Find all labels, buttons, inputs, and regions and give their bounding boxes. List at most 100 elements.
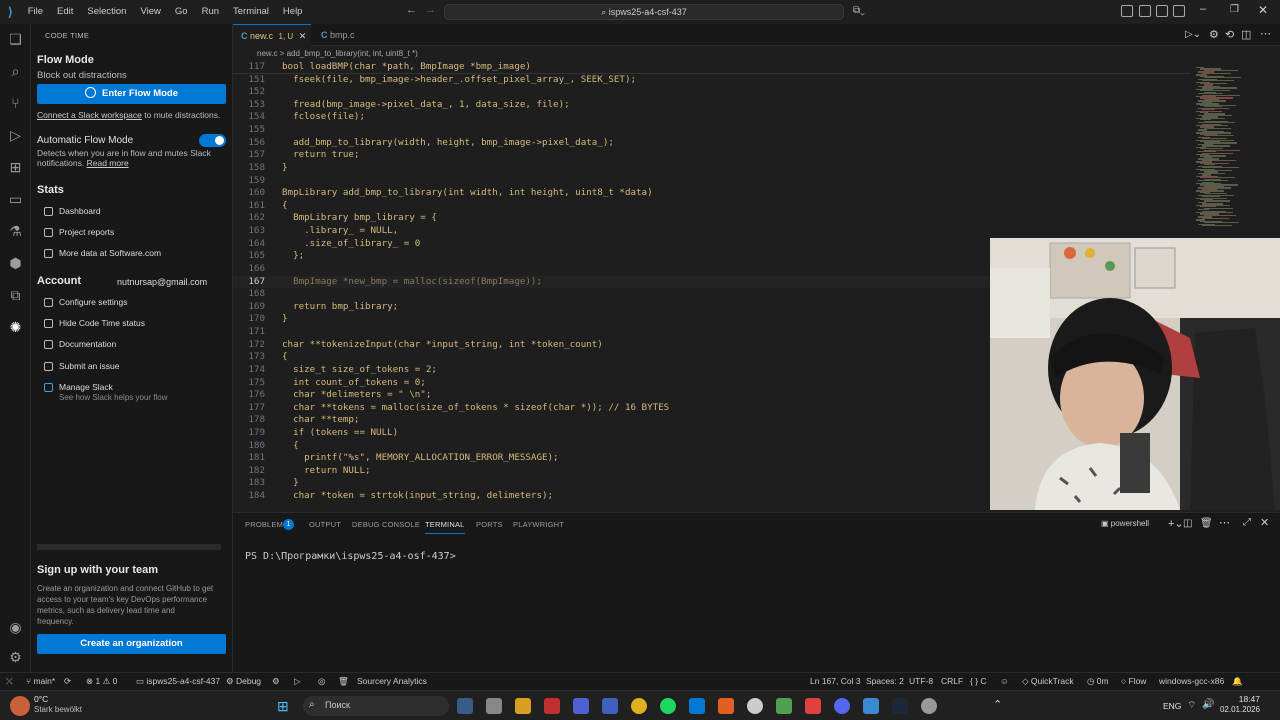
source-control-icon[interactable]: ⑂	[8, 96, 23, 111]
app-icon[interactable]	[921, 698, 937, 714]
target-icon[interactable]: ◎	[318, 676, 325, 687]
app-icon[interactable]	[573, 698, 589, 714]
kill-terminal-icon[interactable]: 🗑	[1200, 518, 1213, 529]
new-terminal-icon[interactable]: +⌄	[1168, 517, 1184, 530]
toggle-panel-icon[interactable]	[1156, 5, 1168, 17]
copilot-icon[interactable]: ⧉⌄	[853, 5, 865, 16]
app-icon[interactable]	[747, 698, 763, 714]
app-icon[interactable]	[544, 698, 560, 714]
wifi-icon[interactable]: ⌔	[1187, 699, 1196, 712]
code-line[interactable]: 155	[233, 124, 1190, 137]
maximize-icon[interactable]: ❐	[1230, 4, 1239, 15]
terminal-output[interactable]: PS D:\Програмки\ispws25-a4-osf-437>	[245, 551, 456, 562]
close-panel-icon[interactable]: ✕	[1260, 516, 1269, 529]
code-line[interactable]: 160 BmpLibrary add_bmp_to_library(int wid…	[233, 187, 1190, 200]
maximize-panel-icon[interactable]: ⤢	[1243, 517, 1251, 528]
cursor-position[interactable]: Ln 167, Col 3	[810, 676, 861, 686]
account-icon[interactable]: ◉	[8, 620, 23, 635]
tray-expand-icon[interactable]: ⌃	[993, 698, 1002, 711]
explorer-icon[interactable]: ❏	[8, 32, 23, 47]
automatic-flow-toggle[interactable]	[199, 134, 226, 147]
weather-widget-icon[interactable]	[10, 696, 30, 716]
account-configure-settings[interactable]: Configure settings	[44, 297, 128, 307]
build-gear-icon[interactable]: ⚙	[272, 676, 280, 687]
tab-ports[interactable]: PORTS	[476, 520, 503, 529]
menu-edit[interactable]: Edit	[50, 0, 80, 24]
manage-gear-icon[interactable]: ⚙	[8, 650, 23, 665]
spotify-icon[interactable]	[660, 698, 676, 714]
minimize-icon[interactable]: –	[1200, 3, 1206, 15]
code-line[interactable]: 154 fclose(file);	[233, 111, 1190, 124]
task-view-icon[interactable]	[457, 698, 473, 714]
command-center-search[interactable]: ⌕ ispws25-a4-csf-437	[444, 4, 844, 20]
quicktrack[interactable]: ◇ QuickTrack	[1022, 676, 1074, 687]
account-hide-status[interactable]: Hide Code Time status	[44, 318, 145, 328]
tab-problems[interactable]: PROBLEMS	[245, 520, 288, 529]
sidebar-scrollbar[interactable]	[37, 544, 221, 550]
menu-selection[interactable]: Selection	[80, 0, 133, 24]
code-line[interactable]: 153 fread(bmp_image->pixel_data_, 1, dat…	[233, 99, 1190, 112]
stats-project-reports[interactable]: Project reports	[44, 227, 114, 237]
search-icon[interactable]: ⌕	[8, 64, 23, 79]
extensions-icon[interactable]: ⊞	[8, 160, 23, 175]
clock-date[interactable]: 02.01.2026	[1213, 705, 1260, 714]
stats-dashboard[interactable]: Dashboard	[44, 206, 101, 216]
read-more-link[interactable]: Read more	[87, 158, 129, 168]
menu-file[interactable]: File	[21, 0, 50, 24]
layout-toggle-icon[interactable]	[1121, 5, 1133, 17]
code-line[interactable]: 156 add_bmp_to_library(width, height, bm…	[233, 137, 1190, 150]
panel-more-icon[interactable]: ⋯	[1219, 516, 1230, 529]
tab-bmp-c[interactable]: C bmp.c	[313, 24, 373, 46]
remote-explorer-icon[interactable]: ▭	[8, 192, 23, 207]
stats-more-data[interactable]: More data at Software.com	[44, 248, 161, 258]
language-mode[interactable]: { } C	[970, 676, 987, 686]
code-line[interactable]: 159	[233, 175, 1190, 188]
code-time-paw-icon[interactable]: ✺	[8, 320, 23, 335]
more-actions-icon[interactable]: ⋯	[1260, 27, 1271, 40]
cube-icon[interactable]: ⬢	[8, 256, 23, 271]
indentation[interactable]: Spaces: 2	[866, 676, 904, 686]
run-play-icon[interactable]: ▷	[294, 676, 301, 687]
line-ending[interactable]: CRLF	[941, 676, 963, 686]
sticky-scroll-line[interactable]: 117 bool loadBMP(char *path, BmpImage *bm…	[233, 61, 1190, 74]
chrome-icon[interactable]	[631, 698, 647, 714]
tab-new-c[interactable]: C new.c 1, U ✕	[233, 24, 311, 46]
code-line[interactable]: 161 {	[233, 200, 1190, 213]
debug-button[interactable]: ⚙ Debug	[226, 676, 261, 687]
testing-icon[interactable]: ⚗	[8, 224, 23, 239]
app-icon[interactable]	[776, 698, 792, 714]
code-time-timer[interactable]: ◷ 0m	[1087, 676, 1109, 687]
workspace-indicator[interactable]: ▭ ispws25-a4-csf-437	[136, 676, 220, 687]
clock-time[interactable]: 18:47	[1230, 694, 1260, 704]
file-explorer-icon[interactable]	[515, 698, 531, 714]
taskbar-search[interactable]: ⌕ Поиск	[303, 696, 449, 716]
app-icon[interactable]	[863, 698, 879, 714]
code-line[interactable]: 157 return true;	[233, 149, 1190, 162]
toggle-secondary-sidebar-icon[interactable]	[1173, 5, 1185, 17]
menu-view[interactable]: View	[133, 0, 167, 24]
forward-arrow-icon[interactable]: →	[425, 4, 436, 16]
menu-run[interactable]: Run	[195, 0, 226, 24]
vscode-icon[interactable]	[689, 698, 705, 714]
encoding[interactable]: UTF-8	[909, 676, 933, 686]
flow-status[interactable]: ○ Flow	[1121, 676, 1146, 686]
menu-terminal[interactable]: Terminal	[226, 0, 276, 24]
account-manage-slack[interactable]: Manage Slack	[44, 382, 113, 392]
run-icon[interactable]: ▷⌄	[1185, 29, 1201, 40]
windows-start-icon[interactable]: ⊞	[277, 698, 289, 715]
copilot-status-icon[interactable]: ☺	[1000, 676, 1009, 686]
code-line[interactable]: 151 fseek(file, bmp_image->header_.offse…	[233, 74, 1190, 87]
toggle-sidebar-icon[interactable]	[1139, 5, 1151, 17]
create-organization-button[interactable]: Create an organization	[37, 634, 226, 654]
split-editor-icon[interactable]: ◫	[1241, 28, 1251, 41]
notes-icon[interactable]	[602, 698, 618, 714]
sourcery-analytics[interactable]: Sourcery Analytics	[357, 676, 427, 686]
split-terminal-icon[interactable]: ◫	[1183, 518, 1192, 529]
compare-icon[interactable]: ⟲	[1225, 28, 1234, 41]
menu-help[interactable]: Help	[276, 0, 310, 24]
input-language[interactable]: ENG	[1163, 701, 1181, 711]
run-debug-icon[interactable]: ▷	[8, 128, 23, 143]
problems-indicator[interactable]: ⊗ 1 ⚠ 0	[86, 676, 117, 687]
tab-playwright[interactable]: PLAYWRIGHT	[513, 520, 564, 529]
branch-indicator[interactable]: ⑂ main*	[26, 676, 55, 686]
